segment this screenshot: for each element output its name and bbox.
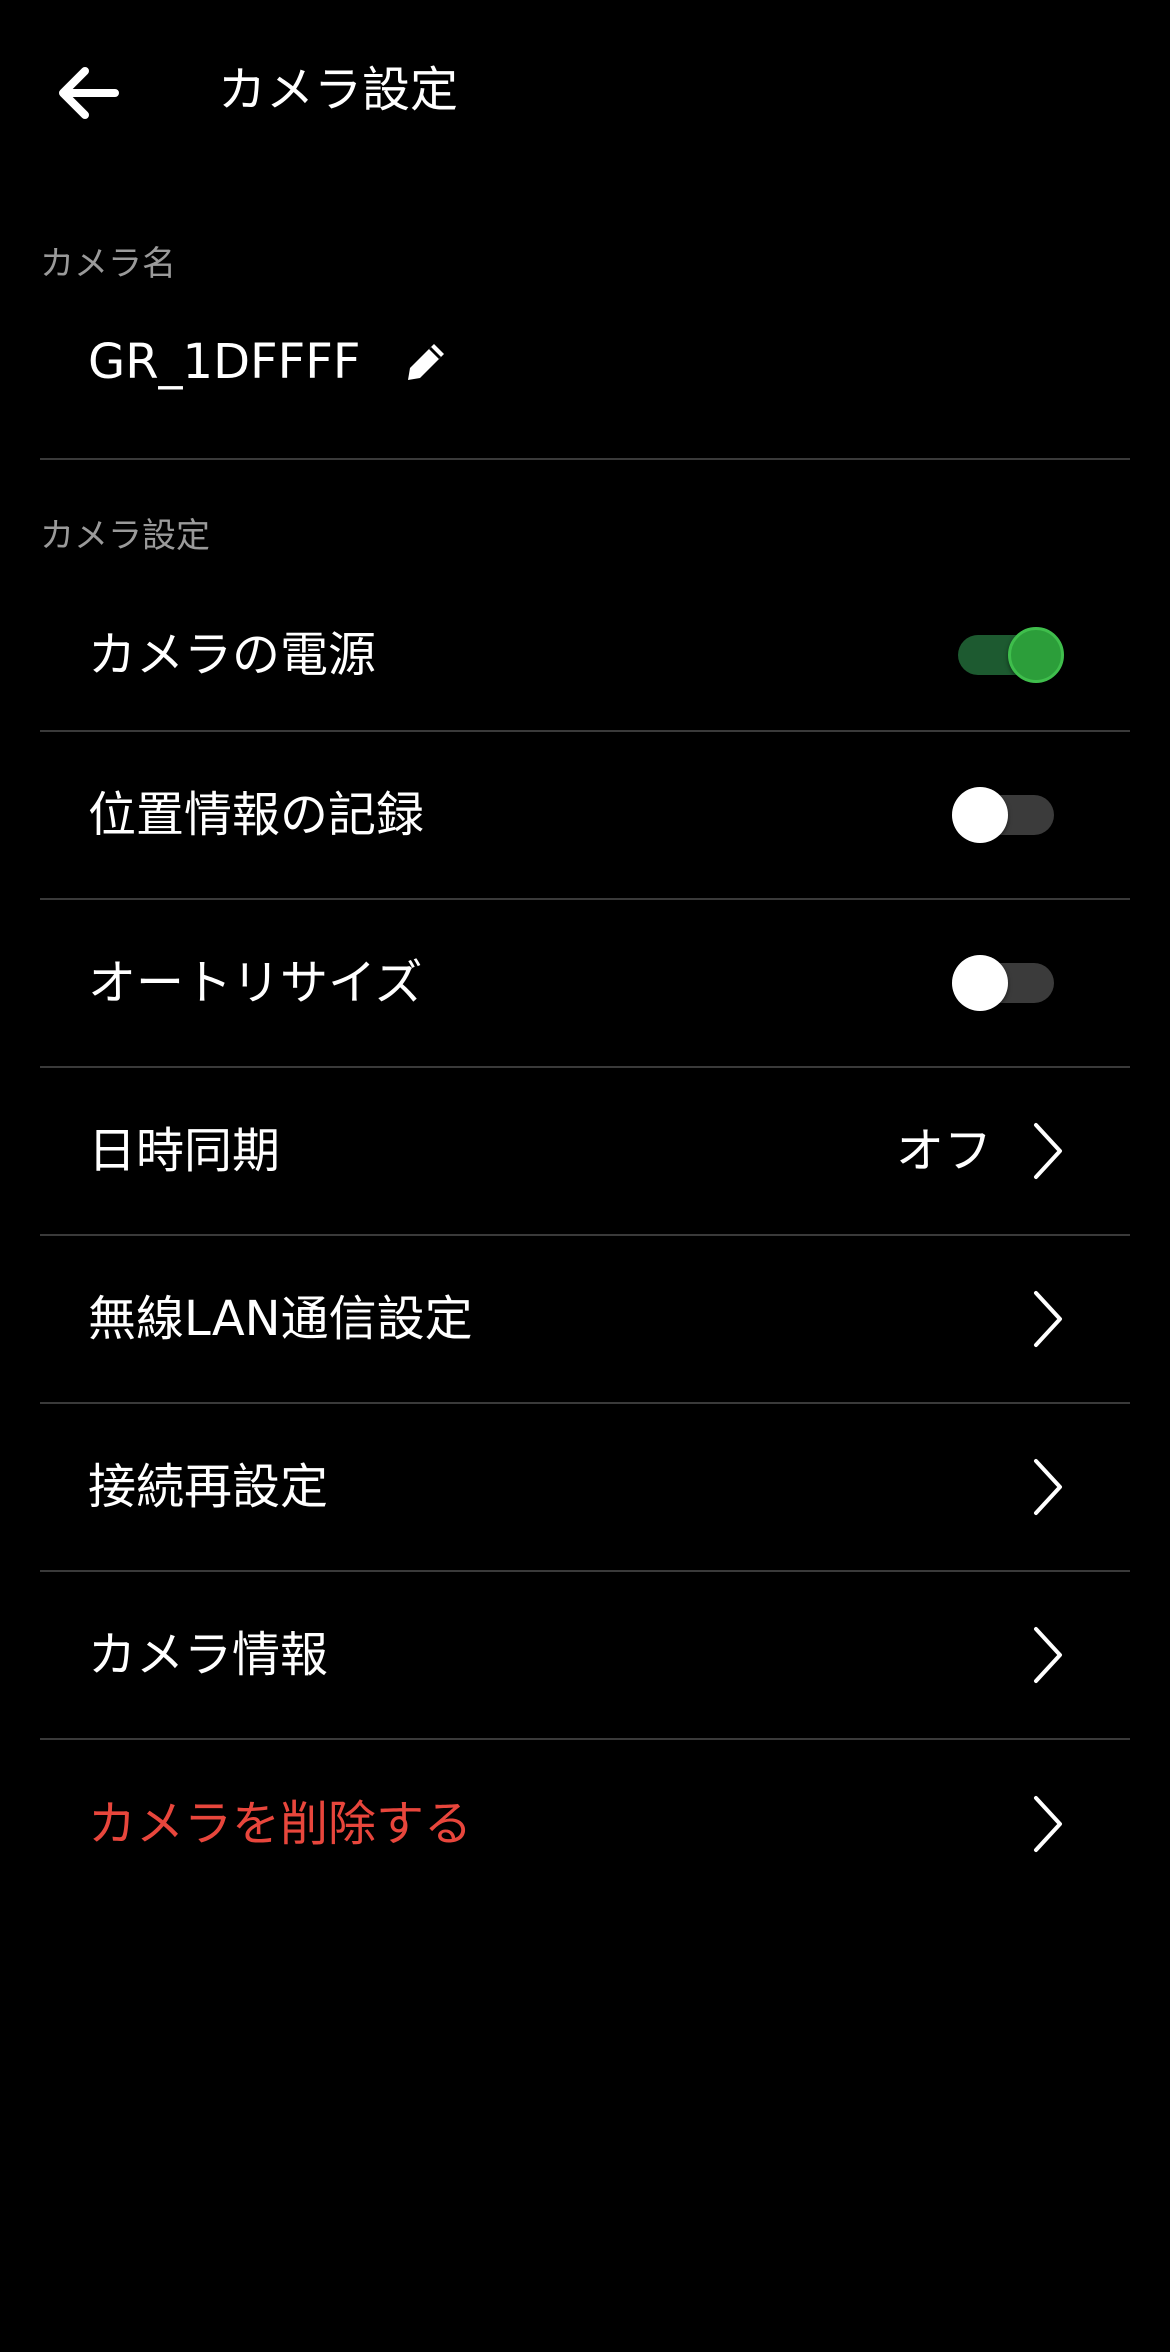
edit-camera-name-button[interactable] bbox=[398, 334, 454, 390]
arrow-left-icon bbox=[59, 67, 119, 119]
settings-row-wireless-lan[interactable]: 無線LAN通信設定 bbox=[40, 1236, 1130, 1404]
location-recording-toggle[interactable] bbox=[952, 786, 1060, 844]
auto-resize-toggle[interactable] bbox=[952, 954, 1060, 1012]
settings-row-label: 日時同期 bbox=[88, 1123, 281, 1179]
settings-row-auto-resize: オートリサイズ bbox=[40, 900, 1130, 1068]
settings-row-label: カメラ情報 bbox=[88, 1627, 329, 1683]
camera-settings-section-label: カメラ設定 bbox=[40, 516, 210, 556]
settings-row-date-sync[interactable]: 日時同期 オフ bbox=[40, 1068, 1130, 1236]
settings-row-label: 無線LAN通信設定 bbox=[88, 1291, 473, 1347]
settings-row-label: 位置情報の記録 bbox=[88, 787, 425, 843]
chevron-right-icon[interactable] bbox=[1028, 1455, 1068, 1519]
back-button[interactable] bbox=[42, 48, 132, 138]
settings-row-location-recording: 位置情報の記録 bbox=[40, 732, 1130, 900]
delete-camera-label: カメラを削除する bbox=[88, 1796, 473, 1852]
app-header: カメラ設定 bbox=[0, 0, 1170, 180]
settings-row-camera-info[interactable]: カメラ情報 bbox=[40, 1572, 1130, 1740]
pencil-icon bbox=[408, 344, 444, 380]
chevron-right-icon[interactable] bbox=[1028, 1623, 1068, 1687]
camera-name-section-label: カメラ名 bbox=[40, 244, 176, 284]
settings-row-label: カメラの電源 bbox=[88, 627, 377, 683]
settings-row-reconnect[interactable]: 接続再設定 bbox=[40, 1404, 1130, 1572]
camera-name-value: GR_1DFFFF bbox=[88, 334, 361, 390]
chevron-right-icon[interactable] bbox=[1028, 1792, 1068, 1856]
settings-list: カメラの電源 位置情報の記録 オートリサイズ 日時同期 オフ 無線LAN通信設定 bbox=[40, 580, 1130, 1908]
settings-row-delete-camera[interactable]: カメラを削除する bbox=[40, 1740, 1130, 1908]
toggle-knob bbox=[1008, 627, 1064, 683]
camera-power-toggle[interactable] bbox=[952, 626, 1064, 684]
settings-row-label: 接続再設定 bbox=[88, 1459, 329, 1515]
settings-row-camera-power: カメラの電源 bbox=[40, 580, 1130, 732]
chevron-right-icon[interactable] bbox=[1028, 1119, 1068, 1183]
date-sync-value: オフ bbox=[895, 1123, 992, 1179]
toggle-knob bbox=[952, 787, 1008, 843]
page-title: カメラ設定 bbox=[218, 62, 459, 118]
settings-row-label: オートリサイズ bbox=[88, 955, 423, 1011]
toggle-knob bbox=[952, 955, 1008, 1011]
camera-name-row: GR_1DFFFF bbox=[40, 300, 1130, 460]
chevron-right-icon[interactable] bbox=[1028, 1287, 1068, 1351]
